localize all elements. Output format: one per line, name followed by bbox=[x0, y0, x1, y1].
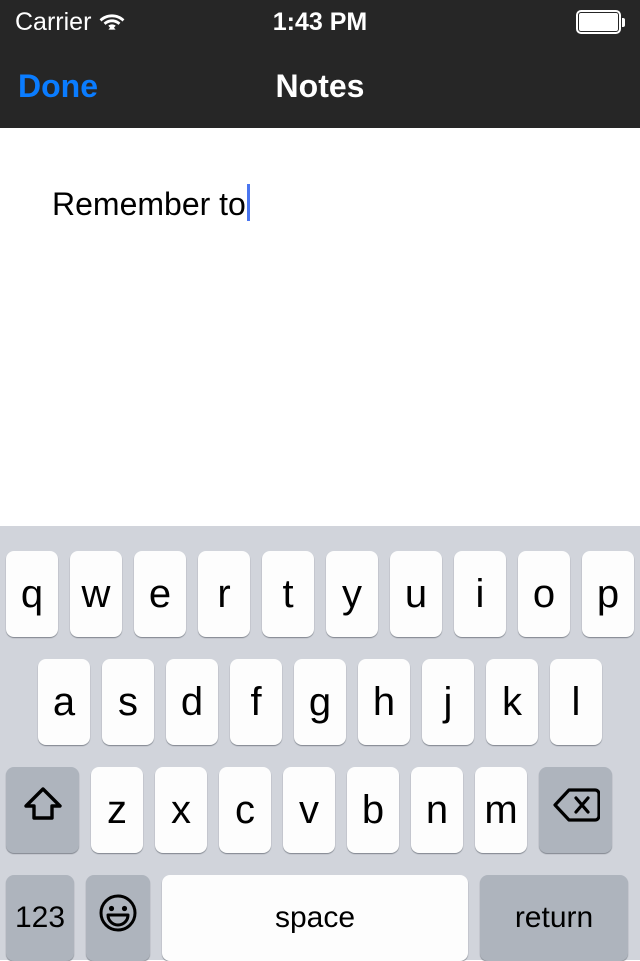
key-label: h bbox=[372, 679, 396, 724]
key-d[interactable]: d bbox=[166, 659, 218, 745]
battery-full-icon bbox=[576, 10, 627, 34]
key-s[interactable]: s bbox=[102, 659, 154, 745]
key-label: space bbox=[274, 901, 356, 934]
key-label: w bbox=[81, 571, 111, 616]
key-h[interactable]: h bbox=[358, 659, 410, 745]
key-l[interactable]: l bbox=[550, 659, 602, 745]
key-t[interactable]: t bbox=[262, 551, 314, 637]
backspace-delete-icon bbox=[552, 786, 601, 834]
key-c[interactable]: c bbox=[219, 767, 271, 853]
shift-arrow-icon bbox=[22, 784, 64, 836]
note-text: Remember to bbox=[52, 186, 246, 222]
status-bar-right bbox=[576, 0, 627, 44]
text-caret bbox=[246, 184, 250, 221]
status-bar-center: 1:43 PM bbox=[0, 0, 640, 44]
key-label: p bbox=[596, 571, 620, 616]
key-label: r bbox=[217, 571, 231, 616]
key-space[interactable]: space bbox=[162, 875, 468, 961]
key-label: 123 bbox=[14, 901, 66, 934]
key-r[interactable]: r bbox=[198, 551, 250, 637]
note-text-area[interactable]: Remember to bbox=[0, 128, 640, 526]
key-label: n bbox=[425, 787, 449, 832]
key-label: g bbox=[308, 679, 332, 724]
key-v[interactable]: v bbox=[283, 767, 335, 853]
key-label: f bbox=[250, 679, 262, 724]
key-a[interactable]: a bbox=[38, 659, 90, 745]
on-screen-keyboard: q w e r t y u i o p a s d f g h j k l z … bbox=[0, 526, 640, 961]
key-label: t bbox=[282, 571, 294, 616]
key-label: j bbox=[443, 679, 453, 724]
key-x[interactable]: x bbox=[155, 767, 207, 853]
keyboard-row-1: q w e r t y u i o p bbox=[0, 551, 640, 637]
key-q[interactable]: q bbox=[6, 551, 58, 637]
key-label: a bbox=[52, 679, 76, 724]
key-w[interactable]: w bbox=[70, 551, 122, 637]
note-line: Remember to bbox=[52, 178, 250, 222]
key-label: s bbox=[118, 679, 138, 724]
key-backspace[interactable] bbox=[539, 767, 612, 853]
key-label: v bbox=[299, 787, 319, 832]
key-f[interactable]: f bbox=[230, 659, 282, 745]
key-m[interactable]: m bbox=[475, 767, 527, 853]
key-label: x bbox=[171, 787, 191, 832]
key-label: b bbox=[361, 787, 385, 832]
navigation-bar: Done Notes bbox=[0, 44, 640, 128]
key-label: e bbox=[148, 571, 172, 616]
key-y[interactable]: y bbox=[326, 551, 378, 637]
key-label: l bbox=[571, 679, 581, 724]
key-label: m bbox=[484, 787, 518, 832]
key-label: d bbox=[180, 679, 204, 724]
key-z[interactable]: z bbox=[91, 767, 143, 853]
key-shift[interactable] bbox=[6, 767, 79, 853]
phone-screen: Carrier 1:43 PM Done Notes Remember to q… bbox=[0, 0, 640, 961]
keyboard-row-4: 123 space return bbox=[0, 875, 640, 961]
key-return[interactable]: return bbox=[480, 875, 628, 961]
key-j[interactable]: j bbox=[422, 659, 474, 745]
key-b[interactable]: b bbox=[347, 767, 399, 853]
smiley-face-icon bbox=[96, 891, 140, 945]
keyboard-row-3: z x c v b n m bbox=[0, 767, 640, 853]
key-e[interactable]: e bbox=[134, 551, 186, 637]
key-n[interactable]: n bbox=[411, 767, 463, 853]
done-button[interactable]: Done bbox=[18, 44, 98, 128]
key-numbers[interactable]: 123 bbox=[6, 875, 74, 961]
key-emoji[interactable] bbox=[86, 875, 150, 961]
key-label: c bbox=[235, 787, 255, 832]
key-k[interactable]: k bbox=[486, 659, 538, 745]
key-label: q bbox=[20, 571, 44, 616]
key-label: y bbox=[342, 571, 362, 616]
key-label: o bbox=[532, 571, 556, 616]
key-label: return bbox=[514, 901, 594, 934]
status-bar: Carrier 1:43 PM bbox=[0, 0, 640, 44]
key-g[interactable]: g bbox=[294, 659, 346, 745]
key-o[interactable]: o bbox=[518, 551, 570, 637]
key-label: k bbox=[502, 679, 522, 724]
key-label: i bbox=[475, 571, 485, 616]
key-p[interactable]: p bbox=[582, 551, 634, 637]
key-i[interactable]: i bbox=[454, 551, 506, 637]
keyboard-row-2: a s d f g h j k l bbox=[0, 659, 640, 745]
key-label: z bbox=[107, 787, 127, 832]
key-u[interactable]: u bbox=[390, 551, 442, 637]
clock-label: 1:43 PM bbox=[272, 7, 368, 36]
key-label: u bbox=[404, 571, 428, 616]
